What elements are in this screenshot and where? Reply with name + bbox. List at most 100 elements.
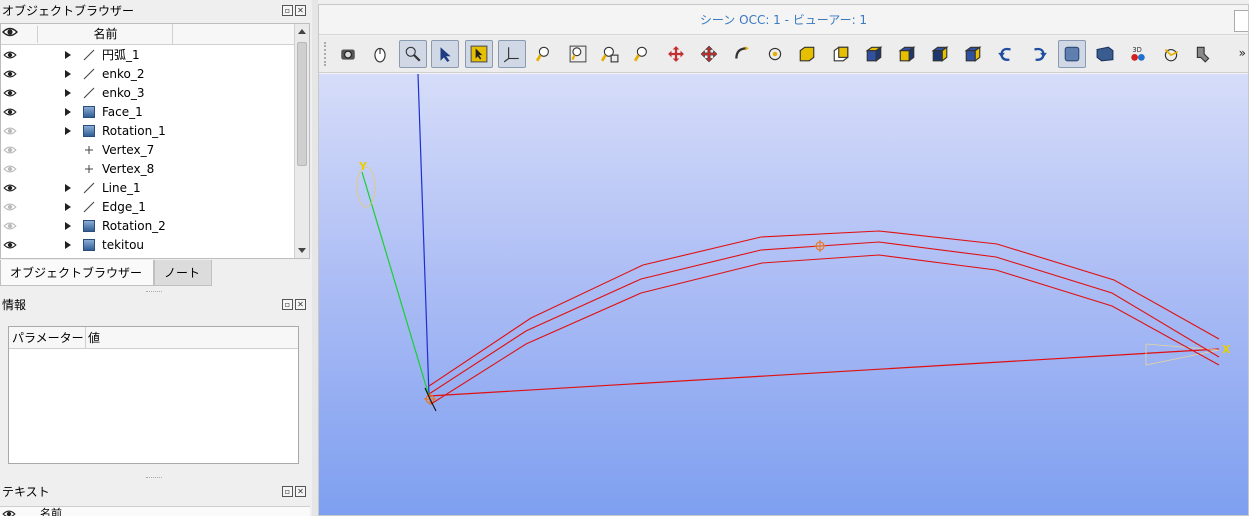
tree-header: 名前 [1, 24, 295, 45]
eye-icon[interactable] [3, 164, 17, 174]
bottom-view-button[interactable] [893, 40, 921, 68]
x-axis-line [428, 348, 1220, 397]
fit-selection-button[interactable] [629, 40, 657, 68]
viewer-corner-button[interactable] [1234, 10, 1248, 32]
close-icon[interactable]: ✕ [295, 486, 306, 497]
scroll-up-icon[interactable] [298, 29, 306, 34]
tree-row[interactable]: enko_2 [1, 65, 295, 84]
stereo-button[interactable]: 3D [1124, 40, 1152, 68]
expand-icon[interactable] [65, 89, 71, 97]
pan-button[interactable] [662, 40, 690, 68]
rotate-cw-button[interactable] [1025, 40, 1053, 68]
eye-icon[interactable] [3, 145, 17, 155]
eye-icon[interactable] [3, 69, 17, 79]
toolbar-overflow-icon[interactable]: » [1239, 46, 1246, 60]
3d-canvas[interactable]: Y X [319, 74, 1248, 515]
left-view-button[interactable] [926, 40, 954, 68]
fit-all-button[interactable] [564, 40, 592, 68]
tab-object-browser[interactable]: オブジェクトブラウザー [0, 260, 154, 286]
object-browser-tree[interactable]: 名前 円弧_1 enko_2 enko_3 Face_1 Rotation_1 Verte… [0, 23, 310, 259]
edge-icon [83, 87, 95, 99]
eye-icon[interactable] [3, 50, 17, 60]
arc-curve-middle [428, 241, 1220, 395]
eye-icon[interactable] [3, 202, 17, 212]
shading-button[interactable] [1058, 40, 1086, 68]
expand-icon[interactable] [65, 184, 71, 192]
float-icon[interactable]: ▫ [282, 299, 293, 310]
tree-row[interactable]: Vertex_8 [1, 160, 295, 179]
interaction-style-button[interactable] [366, 40, 394, 68]
expand-icon[interactable] [65, 70, 71, 78]
arc-curve-outer [428, 230, 1220, 387]
vertex-icon [85, 146, 93, 154]
trihedron-button[interactable] [498, 40, 526, 68]
reset-view-button[interactable] [1189, 40, 1217, 68]
zoom-mode-icon [405, 46, 421, 62]
scroll-thumb[interactable] [297, 42, 307, 166]
rotate-button[interactable] [728, 40, 756, 68]
tree-row-label: enko_3 [102, 86, 145, 100]
zoom-button[interactable] [531, 40, 559, 68]
top-view-button[interactable] [860, 40, 888, 68]
global-pan-icon [700, 45, 718, 63]
parameter-column-header[interactable]: パラメーター [9, 327, 86, 349]
scroll-down-icon[interactable] [298, 248, 306, 253]
tree-row[interactable]: Line_1 [1, 179, 295, 198]
eye-icon[interactable] [3, 221, 17, 231]
fit-area-button[interactable] [596, 40, 624, 68]
info-table[interactable]: パラメーター 値 [8, 326, 299, 464]
text-title-text: テキスト [2, 485, 50, 499]
splitter-grip[interactable] [146, 291, 162, 293]
name-column-header[interactable]: 名前 [39, 24, 173, 45]
expand-icon[interactable] [65, 203, 71, 211]
tree-row[interactable]: Rotation_2 [1, 217, 295, 236]
graduated-axes-button[interactable] [1157, 40, 1185, 68]
dump-view-button[interactable] [334, 40, 362, 68]
toolbar-handle[interactable] [324, 42, 327, 66]
expand-icon[interactable] [65, 241, 71, 249]
expand-icon[interactable] [65, 108, 71, 116]
tree-row[interactable]: Edge_1 [1, 198, 295, 217]
eye-icon[interactable] [3, 240, 17, 250]
eye-icon[interactable] [3, 183, 17, 193]
zoom-mode-button[interactable] [399, 40, 427, 68]
splitter-grip[interactable] [146, 477, 162, 479]
text-name-column-header[interactable]: 名前 [40, 507, 62, 516]
select-button[interactable] [431, 40, 459, 68]
tree-scrollbar[interactable] [294, 24, 309, 258]
visibility-header[interactable] [2, 26, 38, 43]
tree-row[interactable]: Rotation_1 [1, 122, 295, 141]
tree-row[interactable]: 円弧_1 [1, 46, 295, 65]
tree-row-label: Rotation_1 [102, 124, 166, 138]
eye-icon[interactable] [3, 107, 17, 117]
global-pan-button[interactable] [695, 40, 723, 68]
rotation-center-button[interactable] [761, 40, 789, 68]
front-view-button[interactable] [793, 40, 821, 68]
tree-row[interactable]: tekitou [1, 236, 295, 255]
eye-icon[interactable] [3, 88, 17, 98]
tree-row[interactable]: enko_3 [1, 84, 295, 103]
float-icon[interactable]: ▫ [282, 5, 293, 16]
tree-row[interactable]: Vertex_7 [1, 141, 295, 160]
front-view-icon [799, 46, 815, 62]
eye-icon[interactable] [3, 126, 17, 136]
close-icon[interactable]: ✕ [295, 5, 306, 16]
edge-icon [83, 68, 95, 80]
rotate-ccw-button[interactable] [992, 40, 1020, 68]
rotate-cw-icon [1034, 47, 1047, 61]
expand-icon[interactable] [65, 51, 71, 59]
expand-icon[interactable] [65, 222, 71, 230]
stereo-icon: 3D [1131, 46, 1145, 61]
expand-icon[interactable] [65, 127, 71, 135]
rotate-ccw-icon [998, 47, 1011, 61]
back-view-button[interactable] [827, 40, 855, 68]
rect-select-button[interactable] [465, 40, 493, 68]
close-icon[interactable]: ✕ [295, 299, 306, 310]
tree-row[interactable]: Face_1 [1, 103, 295, 122]
value-column-header[interactable]: 値 [88, 327, 100, 349]
projection-button[interactable] [1091, 40, 1119, 68]
right-view-button[interactable] [959, 40, 987, 68]
tab-notes[interactable]: ノート [154, 260, 212, 286]
vertex-marker[interactable] [814, 240, 826, 252]
float-icon[interactable]: ▫ [282, 486, 293, 497]
